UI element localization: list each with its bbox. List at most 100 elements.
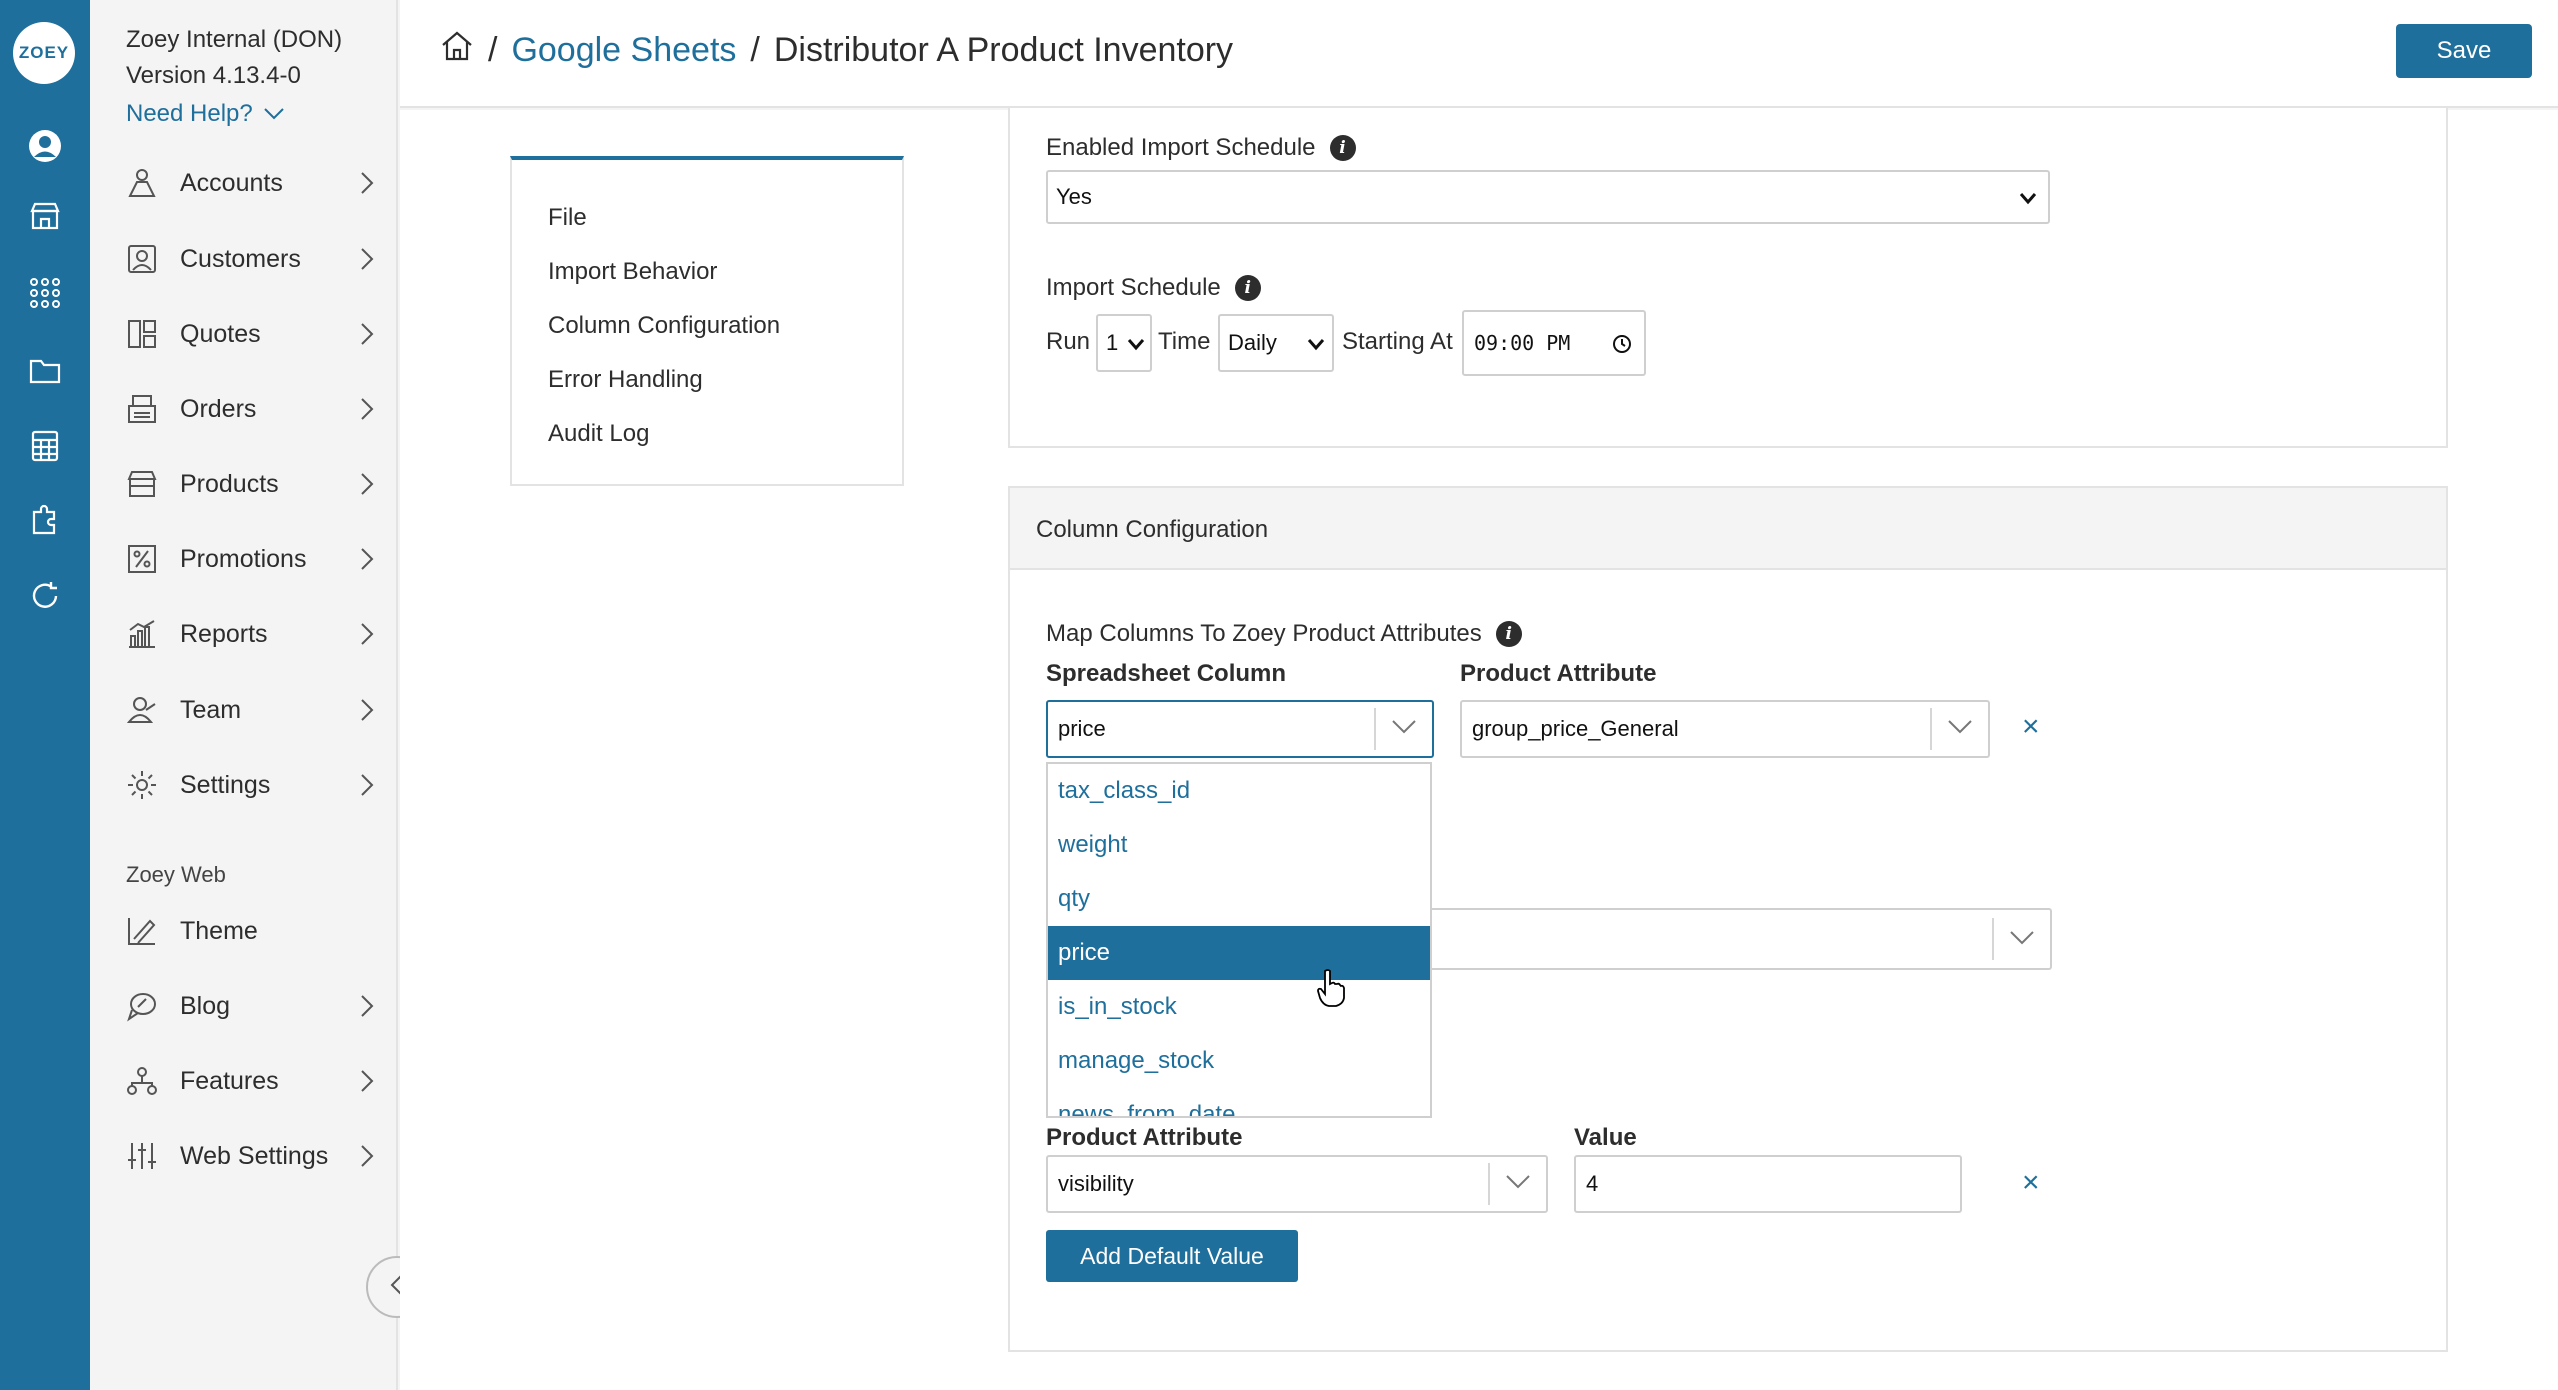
home-icon[interactable]: [440, 30, 474, 71]
save-button[interactable]: Save: [2396, 24, 2532, 78]
chevron-right-icon: [360, 698, 374, 729]
sidebar-item-label: Accounts: [180, 168, 283, 197]
dropdown-option[interactable]: is_in_stock: [1048, 980, 1430, 1034]
remove-mapping-button[interactable]: ×: [2022, 710, 2040, 744]
section-nav-column-configuration[interactable]: Column Configuration: [548, 312, 780, 340]
chevron-right-icon: [360, 773, 374, 804]
chevron-right-icon: [360, 397, 374, 428]
theme-icon: [124, 913, 160, 949]
chevron-right-icon: [360, 994, 374, 1025]
sidebar-item-web-settings[interactable]: Web Settings: [124, 1132, 374, 1180]
chevron-right-icon: [360, 472, 374, 503]
sync-icon[interactable]: [27, 578, 63, 614]
info-icon[interactable]: i: [1329, 135, 1356, 161]
features-icon: [124, 1063, 160, 1099]
section-nav-error-handling[interactable]: Error Handling: [548, 366, 703, 394]
section-nav-import-behavior[interactable]: Import Behavior: [548, 258, 717, 286]
gear-icon: [124, 767, 160, 803]
spreadsheet-column-select[interactable]: price: [1046, 700, 1434, 758]
sidebar-item-settings[interactable]: Settings: [124, 761, 374, 809]
chevron-down-icon: [1946, 717, 1974, 743]
customers-icon: [124, 241, 160, 277]
products-icon: [124, 466, 160, 502]
dropdown-option[interactable]: weight: [1048, 818, 1430, 872]
import-schedule-label: Import Schedule i: [1046, 274, 1261, 302]
remove-default-value-button[interactable]: ×: [2022, 1166, 2040, 1200]
chevron-right-icon: [360, 1144, 374, 1175]
hand-cursor-icon: [1316, 968, 1346, 1013]
default-product-attribute-select[interactable]: visibility: [1046, 1155, 1548, 1213]
apps-grid-icon[interactable]: [27, 275, 63, 311]
team-icon: [124, 692, 160, 728]
need-help-link[interactable]: Need Help?: [126, 100, 285, 128]
spreadsheet-column-header: Spreadsheet Column: [1046, 660, 1287, 687]
version-label: Version 4.13.4-0: [126, 62, 301, 89]
time-frequency-select[interactable]: Daily: [1218, 314, 1334, 372]
breadcrumb-separator: /: [750, 31, 760, 69]
sidebar-item-reports[interactable]: Reports: [124, 610, 374, 658]
folder-icon[interactable]: [27, 353, 63, 389]
sidebar-item-accounts[interactable]: Accounts: [124, 159, 374, 207]
sidebar-item-label: Reports: [180, 619, 268, 648]
spreadsheet-column-dropdown: tax_class_id weight qty price is_in_stoc…: [1046, 762, 1432, 1118]
add-default-value-button[interactable]: Add Default Value: [1046, 1230, 1298, 1282]
chevron-right-icon: [360, 247, 374, 278]
icon-rail: ZOEY: [0, 0, 90, 1390]
quotes-icon: [124, 316, 160, 352]
run-select[interactable]: 1: [1096, 314, 1152, 372]
product-attribute-header: Product Attribute: [1460, 660, 1657, 687]
page-header: / Google Sheets / Distributor A Product …: [400, 0, 2558, 108]
sidebar-item-products[interactable]: Products: [124, 460, 374, 508]
store-icon[interactable]: [27, 198, 63, 234]
breadcrumb: / Google Sheets / Distributor A Product …: [440, 30, 1233, 71]
breadcrumb-separator: /: [488, 31, 498, 69]
default-value-header: Value: [1574, 1124, 1637, 1151]
sidebar-item-blog[interactable]: Blog: [124, 982, 374, 1030]
chevron-down-icon: [1306, 332, 1326, 362]
info-icon[interactable]: i: [1495, 621, 1522, 647]
clock-icon: [1612, 334, 1632, 359]
product-attribute-select[interactable]: group_price_General: [1460, 700, 1990, 758]
sidebar-item-customers[interactable]: Customers: [124, 235, 374, 283]
time-label: Time: [1158, 328, 1211, 355]
puzzle-icon[interactable]: [27, 502, 63, 538]
spreadsheet-icon[interactable]: [27, 428, 63, 464]
chevron-down-icon: [1126, 332, 1146, 362]
section-nav: File Import Behavior Column Configuratio…: [510, 156, 904, 486]
reports-icon: [124, 616, 160, 652]
column-configuration-title: Column Configuration: [1036, 516, 1269, 543]
page-title: Distributor A Product Inventory: [773, 31, 1234, 69]
dropdown-option[interactable]: manage_stock: [1048, 1034, 1430, 1088]
chevron-down-icon: [2018, 186, 2038, 216]
need-help-label: Need Help?: [126, 100, 253, 127]
sidebar-item-orders[interactable]: Orders: [124, 385, 374, 433]
dropdown-option[interactable]: news_from_date: [1048, 1088, 1430, 1116]
orders-icon: [124, 391, 160, 427]
default-value-input[interactable]: 4: [1574, 1155, 1962, 1213]
section-nav-audit-log[interactable]: Audit Log: [548, 420, 649, 448]
sidebar-item-quotes[interactable]: Quotes: [124, 310, 374, 358]
user-icon[interactable]: [27, 128, 63, 164]
enabled-import-schedule-select[interactable]: Yes: [1046, 170, 2050, 224]
default-product-attribute-header: Product Attribute: [1046, 1124, 1243, 1151]
dropdown-option[interactable]: qty: [1048, 872, 1430, 926]
info-icon[interactable]: i: [1234, 275, 1261, 301]
sidebar-item-label: Theme: [180, 916, 258, 945]
section-nav-file[interactable]: File: [548, 204, 587, 232]
dropdown-option[interactable]: tax_class_id: [1048, 764, 1430, 818]
sidebar-item-promotions[interactable]: Promotions: [124, 535, 374, 583]
starting-at-time-input[interactable]: 09:00 PM: [1462, 310, 1646, 376]
chevron-right-icon: [360, 1069, 374, 1100]
blog-icon: [124, 988, 160, 1024]
starting-at-label: Starting At: [1342, 328, 1453, 355]
sidebar-item-label: Features: [180, 1066, 279, 1095]
sidebar-item-features[interactable]: Features: [124, 1057, 374, 1105]
zoey-logo[interactable]: ZOEY: [13, 22, 75, 84]
sidebar-item-theme[interactable]: Theme: [124, 907, 374, 955]
sidebar-item-label: Orders: [180, 394, 257, 423]
dropdown-option-selected[interactable]: price: [1048, 926, 1430, 980]
sidebar: Zoey Internal (DON) Version 4.13.4-0 Nee…: [90, 0, 428, 1390]
breadcrumb-google-sheets[interactable]: Google Sheets: [511, 31, 736, 70]
sidebar-item-label: Blog: [180, 991, 231, 1020]
sidebar-item-team[interactable]: Team: [124, 686, 374, 734]
